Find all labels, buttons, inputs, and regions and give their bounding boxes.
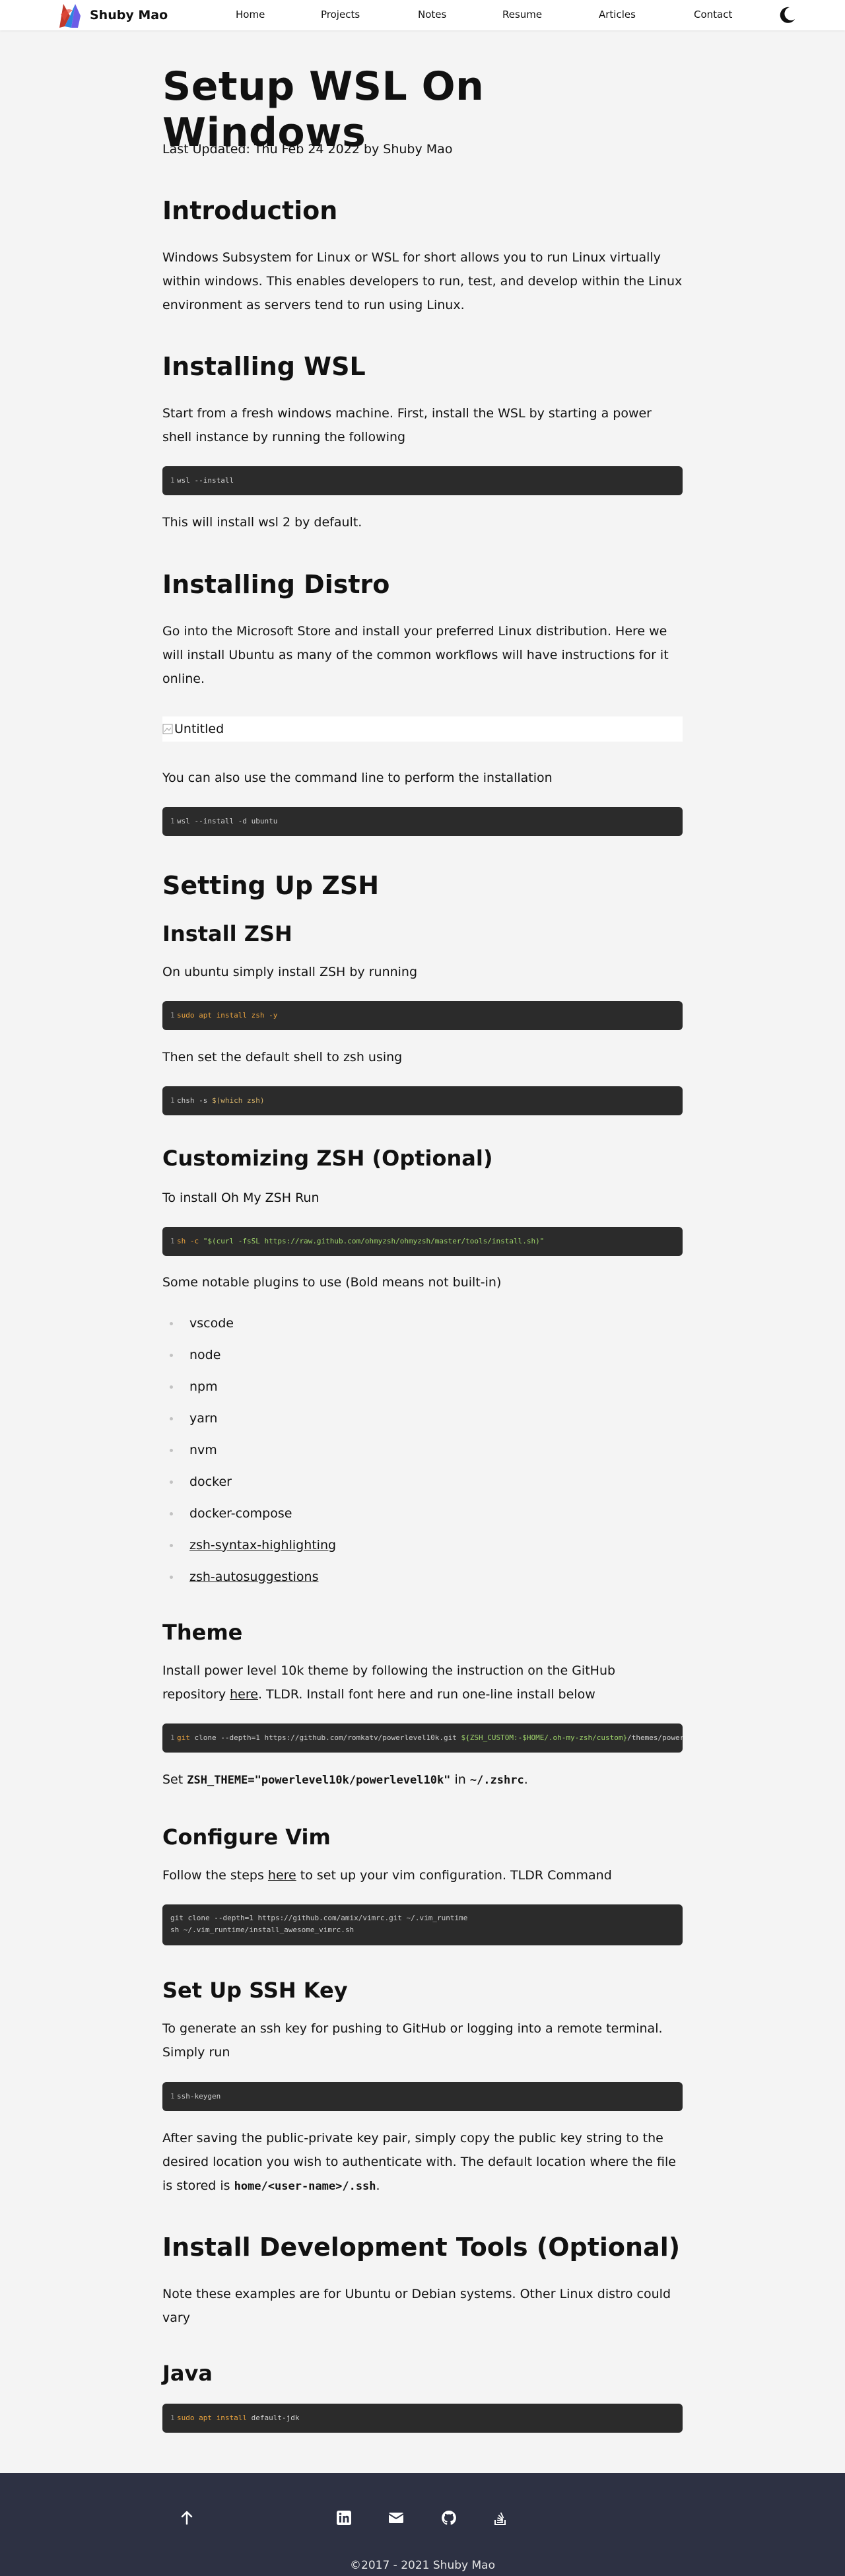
plugin-item-zsh-autosuggestions: zsh-autosuggestions	[162, 1568, 683, 1599]
code-block-ssh-keygen[interactable]: 1 ssh-keygen	[162, 2082, 683, 2111]
line-number: 1	[170, 1011, 175, 1020]
nav-contact[interactable]: Contact	[694, 9, 732, 20]
code-keyword: sh -c	[177, 1237, 203, 1245]
site-footer: ©2017 - 2021 Shuby Mao	[0, 2473, 845, 2576]
code-block-distro-install[interactable]: 1 wsl --install -d ubuntu	[162, 807, 683, 836]
code-keyword: sudo apt install	[177, 2414, 247, 2422]
github-icon[interactable]	[441, 2510, 457, 2526]
line-number: 1	[170, 817, 175, 825]
heading-introduction: Introduction	[162, 196, 338, 225]
nav-resume[interactable]: Resume	[502, 9, 542, 20]
code-block-powerlevel10k[interactable]: 1 git clone --depth=1 https://github.com/…	[162, 1723, 683, 1753]
site-header: Shuby Mao Home Projects Notes Resume Art…	[0, 0, 845, 30]
heading-installing-wsl: Installing WSL	[162, 352, 366, 381]
plugin-item-zsh-syntax-highlighting: zsh-syntax-highlighting	[162, 1536, 683, 1568]
code-line: sh ~/.vim_runtime/install_awesome_vimrc.…	[170, 1926, 355, 1934]
intro-text: Windows Subsystem for Linux or WSL for s…	[162, 250, 683, 312]
dev-tools-text: Note these examples are for Ubuntu or De…	[162, 2287, 671, 2325]
plugin-link-zsh-syntax-highlighting[interactable]: zsh-syntax-highlighting	[189, 1538, 336, 1552]
line-number: 1	[170, 1096, 175, 1105]
nav-projects[interactable]: Projects	[321, 9, 360, 20]
installing-distro-text: Go into the Microsoft Store and install …	[162, 624, 669, 686]
line-number: 1	[170, 2092, 175, 2101]
theme-text: Install power level 10k theme by followi…	[162, 1663, 616, 1702]
code-text: wsl --install -d ubuntu	[177, 817, 278, 825]
image-alt-text: Untitled	[174, 722, 224, 736]
code-line: git clone --depth=1 https://github.com/a…	[170, 1914, 468, 1922]
install-zsh-text: On ubuntu simply install ZSH by running	[162, 965, 418, 979]
code-block-java[interactable]: 1 sudo apt install default-jdk	[162, 2404, 683, 2433]
stackoverflow-icon[interactable]	[492, 2510, 508, 2526]
code-text-tail: /themes/powerlevel10k	[627, 1733, 683, 1742]
nav-articles[interactable]: Articles	[599, 9, 636, 20]
inline-code-zshrc: ~/.zshrc	[469, 1774, 524, 1787]
installing-wsl-text: Start from a fresh windows machine. Firs…	[162, 406, 652, 444]
installing-wsl-after: This will install wsl 2 by default.	[162, 515, 362, 530]
code-text: clone --depth=1 https://github.com/romka…	[189, 1733, 461, 1742]
distro-cli-text: You can also use the command line to per…	[162, 771, 553, 785]
copyright-text: ©2017 - 2021 Shuby Mao	[350, 2559, 495, 2572]
code-text: ssh-keygen	[177, 2092, 221, 2101]
line-number: 1	[170, 476, 175, 485]
plugins-text: Some notable plugins to use (Bold means …	[162, 1275, 502, 1290]
heading-install-zsh: Install ZSH	[162, 921, 292, 946]
line-number: 1	[170, 1237, 175, 1245]
code-block-ohmyzsh[interactable]: 1 sh -c "$(curl -fsSL https://raw.github.…	[162, 1227, 683, 1256]
plugin-link-zsh-autosuggestions[interactable]: zsh-autosuggestions	[189, 1570, 318, 1584]
ssh-after-text: After saving the public-private key pair…	[162, 2131, 676, 2193]
code-block-chsh[interactable]: 1 chsh -s $(which zsh)	[162, 1086, 683, 1115]
distro-image: Untitled	[162, 716, 683, 742]
heading-theme: Theme	[162, 1620, 243, 1645]
plugin-item-npm: npm	[162, 1377, 683, 1409]
moon-icon[interactable]	[777, 5, 797, 25]
default-shell-text: Then set the default shell to zsh using	[162, 1050, 403, 1064]
plugin-item-nvm: nvm	[162, 1441, 683, 1473]
heading-customizing-zsh: Customizing ZSH (Optional)	[162, 1146, 493, 1171]
brand-logo-icon	[59, 4, 81, 28]
code-text: sudo apt install zsh -y	[177, 1011, 278, 1020]
plugin-item-yarn: yarn	[162, 1409, 683, 1441]
nav-home[interactable]: Home	[236, 9, 265, 20]
code-block-apt-zsh[interactable]: 1 sudo apt install zsh -y	[162, 1001, 683, 1030]
code-text: wsl --install	[177, 476, 234, 485]
broken-image-icon	[162, 724, 173, 734]
email-icon[interactable]	[388, 2510, 404, 2526]
vim-text: Follow the steps here to set up your vim…	[162, 1868, 612, 1883]
line-number: 1	[170, 1733, 175, 1742]
code-block-wsl-install[interactable]: 1 wsl --install	[162, 466, 683, 495]
theme-set-text: Set ZSH_THEME="powerlevel10k/powerlevel1…	[162, 1772, 528, 1787]
line-number: 1	[170, 2414, 175, 2422]
plugin-list: vscode node npm yarn nvm docker docker-c…	[162, 1314, 683, 1599]
plugin-item-node: node	[162, 1346, 683, 1377]
code-block-vimrc[interactable]: git clone --depth=1 https://github.com/a…	[162, 1904, 683, 1945]
heading-java: Java	[162, 2361, 213, 2386]
code-string: ${ZSH_CUSTOM:-$HOME/.oh-my-zsh/custom}	[461, 1733, 628, 1742]
heading-setting-up-zsh: Setting Up ZSH	[162, 871, 379, 900]
plugin-item-docker: docker	[162, 1473, 683, 1504]
plugin-item-docker-compose: docker-compose	[162, 1504, 683, 1536]
heading-ssh-key: Set Up SSH Key	[162, 1978, 348, 2003]
code-text: chsh -s	[177, 1096, 212, 1105]
inline-code-ssh-path: home/<user-name>/.ssh	[234, 2180, 376, 2193]
heading-configure-vim: Configure Vim	[162, 1825, 331, 1850]
heading-dev-tools: Install Development Tools (Optional)	[162, 2233, 681, 2262]
theme-repo-link[interactable]: here	[230, 1687, 258, 1702]
last-updated: Last Updated: Thu Feb 24 2022 by Shuby M…	[162, 142, 453, 157]
plugin-item-vscode: vscode	[162, 1314, 683, 1346]
nav-notes[interactable]: Notes	[418, 9, 446, 20]
linkedin-icon[interactable]	[336, 2510, 352, 2526]
arrow-up-icon[interactable]	[179, 2510, 195, 2526]
ssh-text: To generate an ssh key for pushing to Gi…	[162, 2021, 663, 2060]
inline-code-zsh-theme: ZSH_THEME="powerlevel10k/powerlevel10k"	[187, 1774, 451, 1787]
vim-steps-link[interactable]: here	[268, 1868, 296, 1883]
code-variable: $(which zsh)	[211, 1096, 265, 1105]
code-string: "$(curl -fsSL https://raw.github.com/ohm…	[203, 1237, 545, 1245]
code-text: default-jdk	[246, 2414, 300, 2422]
heading-installing-distro: Installing Distro	[162, 570, 390, 599]
ohmyzsh-text: To install Oh My ZSH Run	[162, 1191, 320, 1205]
brand-link[interactable]: Shuby Mao	[55, 1, 168, 29]
code-keyword: git	[177, 1733, 190, 1742]
brand-name: Shuby Mao	[90, 8, 168, 22]
